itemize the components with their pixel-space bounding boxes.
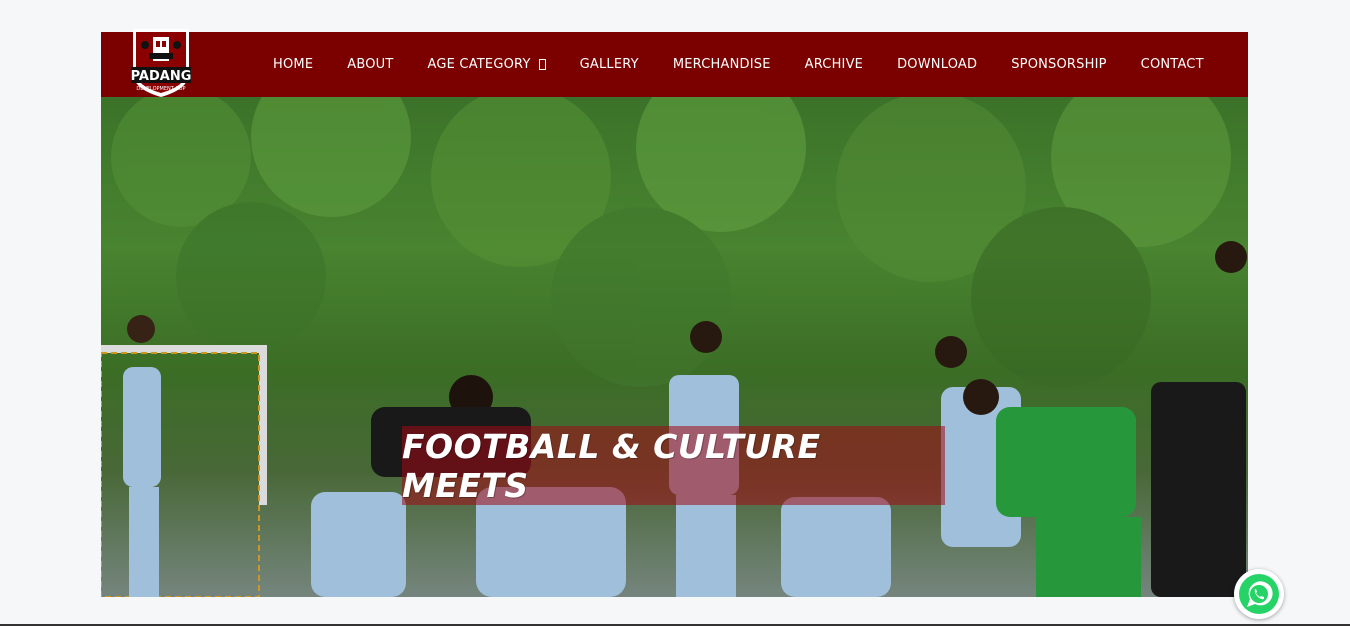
nav-label: CONTACT xyxy=(1140,57,1204,72)
nav-item-download[interactable]: DOWNLOAD xyxy=(897,57,977,72)
hero-section: FOOTBALL & CULTURE MEETS xyxy=(101,97,1248,597)
hero-title: FOOTBALL & CULTURE MEETS xyxy=(402,426,821,505)
main-menu: HOME ABOUT AGE CATEGORY GALLERY MERCHAND… xyxy=(273,32,1204,97)
nav-label: AGE CATEGORY xyxy=(427,57,531,72)
whatsapp-button[interactable] xyxy=(1234,569,1284,619)
nav-label: ABOUT xyxy=(347,57,394,72)
nav-label: ARCHIVE xyxy=(804,57,864,72)
nav-item-home[interactable]: HOME xyxy=(273,57,313,72)
nav-label: DOWNLOAD xyxy=(897,57,978,72)
whatsapp-icon xyxy=(1239,574,1279,614)
nav-item-sponsorship[interactable]: SPONSORSHIP xyxy=(1011,57,1106,72)
nav-item-merchandise[interactable]: MERCHANDISE xyxy=(673,57,771,72)
logo-text: PADANG xyxy=(131,69,192,84)
dropdown-caret-icon[interactable] xyxy=(538,59,546,70)
site-container: PADANG DEVELOPMENT CUP HOME ABOUT AGE CA… xyxy=(101,29,1248,597)
nav-item-about[interactable]: ABOUT xyxy=(347,57,393,72)
nav-label: SPONSORSHIP xyxy=(1011,57,1107,72)
nav-label: HOME xyxy=(273,57,314,72)
hero-image xyxy=(101,97,1248,597)
nav-label: GALLERY xyxy=(579,57,639,72)
nav-item-contact[interactable]: CONTACT xyxy=(1141,57,1204,72)
nav-item-archive[interactable]: ARCHIVE xyxy=(805,57,863,72)
padang-logo-icon: PADANG DEVELOPMENT CUP xyxy=(131,29,192,97)
logo-subtitle: DEVELOPMENT CUP xyxy=(136,86,185,92)
navbar: PADANG DEVELOPMENT CUP HOME ABOUT AGE CA… xyxy=(101,29,1248,97)
site-logo[interactable]: PADANG DEVELOPMENT CUP xyxy=(125,25,197,101)
nav-item-gallery[interactable]: GALLERY xyxy=(580,57,639,72)
nav-item-age-category[interactable]: AGE CATEGORY xyxy=(428,57,546,72)
hero-banner: FOOTBALL & CULTURE MEETS xyxy=(402,426,945,505)
nav-label: MERCHANDISE xyxy=(672,57,771,72)
